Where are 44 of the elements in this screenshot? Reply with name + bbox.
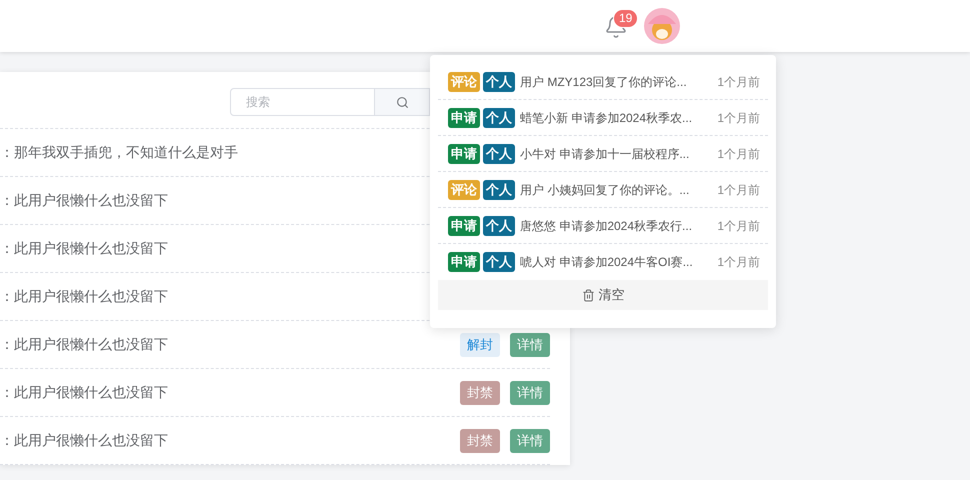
tag: 申请 [448, 252, 480, 272]
notification-text: 蜡笔小新 申请参加2024秋季农... [520, 110, 694, 126]
notification-item[interactable]: 申请 个人 唐悠悠 申请参加2024秋季农行... 1个月前 [438, 208, 768, 244]
user-bio: ：此用户很懒什么也没留下 [0, 335, 168, 354]
search-icon [396, 96, 408, 108]
notification-item[interactable]: 申请 个人 唬人对 申请参加2024牛客OI赛... 1个月前 [438, 244, 768, 280]
notification-time: 1个月前 [717, 74, 760, 90]
notification-text: 用户 MZY123回复了你的评论... [520, 74, 688, 90]
notification-time: 1个月前 [717, 110, 760, 126]
notification-text: 唬人对 申请参加2024牛客OI赛... [520, 254, 694, 271]
user-bio: ：此用户很懒什么也没留下 [0, 239, 168, 258]
search-button[interactable] [375, 88, 430, 116]
notification-time: 1个月前 [717, 218, 760, 234]
notification-time: 1个月前 [717, 182, 760, 198]
notification-time: 1个月前 [717, 254, 760, 271]
user-bio: ：那年我双手插兜，不知道什么是对手 [0, 143, 238, 162]
notification-item[interactable]: 评论 个人 用户 小姨妈回复了你的评论。... 1个月前 [438, 172, 768, 208]
tag: 评论 [448, 180, 480, 200]
user-bio: ：此用户很懒什么也没留下 [0, 287, 168, 306]
notification-text: 唐悠悠 申请参加2024秋季农行... [520, 218, 694, 234]
tag: 个人 [483, 180, 515, 200]
avatar[interactable] [644, 8, 680, 44]
notification-time: 1个月前 [717, 146, 760, 162]
tag: 个人 [483, 72, 515, 92]
tag: 申请 [448, 108, 480, 128]
search-field[interactable]: 搜索 [230, 88, 375, 116]
user-bio: ：此用户很懒什么也没留下 [0, 431, 168, 450]
notification-text: 小牛对 申请参加十一届校程序... [520, 146, 690, 162]
trash-icon [582, 288, 594, 302]
notification-text: 用户 小姨妈回复了你的评论。... [520, 182, 690, 198]
tag: 个人 [483, 216, 515, 236]
notification-item[interactable]: 申请 个人 小牛对 申请参加十一届校程序... 1个月前 [438, 136, 768, 172]
notification-item[interactable]: 申请 个人 蜡笔小新 申请参加2024秋季农... 1个月前 [438, 100, 768, 136]
tag: 申请 [448, 216, 480, 236]
tag: 评论 [448, 72, 480, 92]
tag: 个人 [483, 144, 515, 164]
tag: 申请 [448, 144, 480, 164]
notification-item[interactable]: 评论 个人 用户 MZY123回复了你的评论... 1个月前 [438, 64, 768, 100]
tag: 个人 [483, 108, 515, 128]
clear-button[interactable]: 清空 [438, 280, 768, 310]
tag: 个人 [483, 252, 515, 272]
notification-count: 19 [613, 9, 638, 28]
user-bio: ：此用户很懒什么也没留下 [0, 383, 168, 402]
user-bio: ：此用户很懒什么也没留下 [0, 191, 168, 210]
